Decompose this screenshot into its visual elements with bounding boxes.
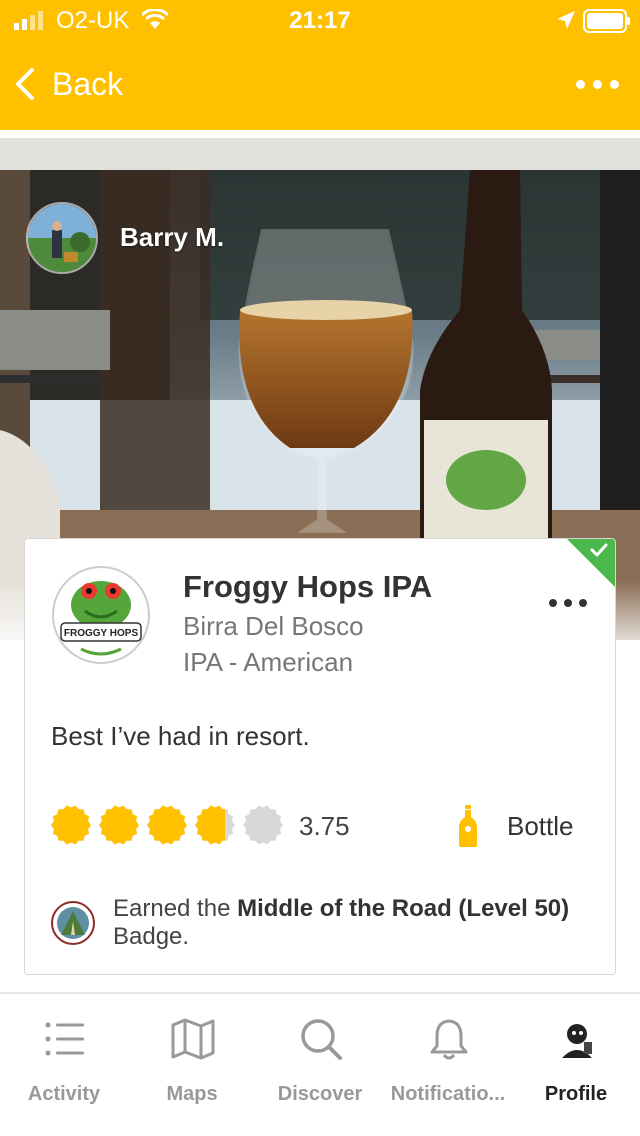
tab-bar: Activity Maps Discover Notificatio... Pr… <box>0 994 640 1136</box>
back-label: Back <box>52 65 124 102</box>
brewery-name[interactable]: Birra Del Bosco <box>183 611 364 642</box>
tab-label: Profile <box>544 1083 608 1105</box>
clock: 21:17 <box>289 7 351 34</box>
chevron-left-icon <box>16 68 34 100</box>
rating-cap <box>51 805 91 845</box>
serving-type: Bottle <box>507 811 574 841</box>
list-icon <box>45 1022 84 1056</box>
dot-icon <box>610 79 619 89</box>
user-avatar[interactable] <box>26 202 98 274</box>
more-options-button[interactable] <box>576 72 626 96</box>
card-more-button[interactable] <box>549 597 591 609</box>
svg-text:FROGGY HOPS: FROGGY HOPS <box>64 628 139 639</box>
rating-score: 3.75 <box>299 811 350 841</box>
header-divider <box>0 130 640 138</box>
badge-name[interactable]: Middle of the Road (Level 50) <box>237 895 569 922</box>
location-arrow-icon <box>557 11 575 29</box>
dot-icon <box>564 599 572 607</box>
rating-cap <box>195 805 235 845</box>
beer-name[interactable]: Froggy Hops IPA <box>183 569 432 605</box>
map-icon <box>171 1018 215 1060</box>
profile-avatar-icon <box>555 1017 599 1061</box>
checkin-comment: Best I’ve had in resort. <box>51 721 310 751</box>
dot-icon <box>549 599 557 607</box>
tab-discover[interactable]: Discover <box>256 994 384 1136</box>
badge-suffix: Badge. <box>113 923 190 950</box>
user-name[interactable]: Barry M. <box>120 222 224 253</box>
back-button[interactable]: Back <box>12 62 123 106</box>
bottle-icon <box>459 805 477 847</box>
rating-caps <box>51 805 283 845</box>
dot-icon <box>579 599 587 607</box>
tab-label: Maps <box>166 1083 218 1105</box>
battery-icon <box>583 9 630 33</box>
badge-earned-text: Earned the Middle of the Road (Level 50)… <box>113 895 593 951</box>
search-icon <box>301 1019 342 1060</box>
checked-corner-icon <box>567 539 615 587</box>
tab-label: Notificatio... <box>390 1083 506 1105</box>
tab-activity[interactable]: Activity <box>0 994 128 1136</box>
tab-label: Discover <box>277 1083 363 1105</box>
gray-band <box>0 138 640 170</box>
bell-icon <box>430 1019 468 1060</box>
dot-icon <box>593 79 602 89</box>
status-bar: O2-UK 21:17 <box>0 0 640 40</box>
tab-profile[interactable]: Profile <box>512 994 640 1136</box>
rating-cap <box>243 805 283 845</box>
badge-prefix: Earned the <box>113 895 238 922</box>
top-bar: O2-UK 21:17 Back <box>0 0 640 130</box>
rating-cap <box>147 805 187 845</box>
rating-cap <box>99 805 139 845</box>
beer-style: IPA - American <box>183 647 354 677</box>
beer-logo[interactable]: FROGGY HOPS <box>51 565 151 665</box>
badge-icon[interactable] <box>51 901 95 945</box>
tab-label: Activity <box>27 1083 101 1105</box>
tab-notifications[interactable]: Notificatio... <box>384 994 512 1136</box>
dot-icon <box>576 79 585 89</box>
tab-maps[interactable]: Maps <box>128 994 256 1136</box>
checkin-card: FROGGY HOPS Froggy Hops IPA Birra Del Bo… <box>24 538 616 975</box>
